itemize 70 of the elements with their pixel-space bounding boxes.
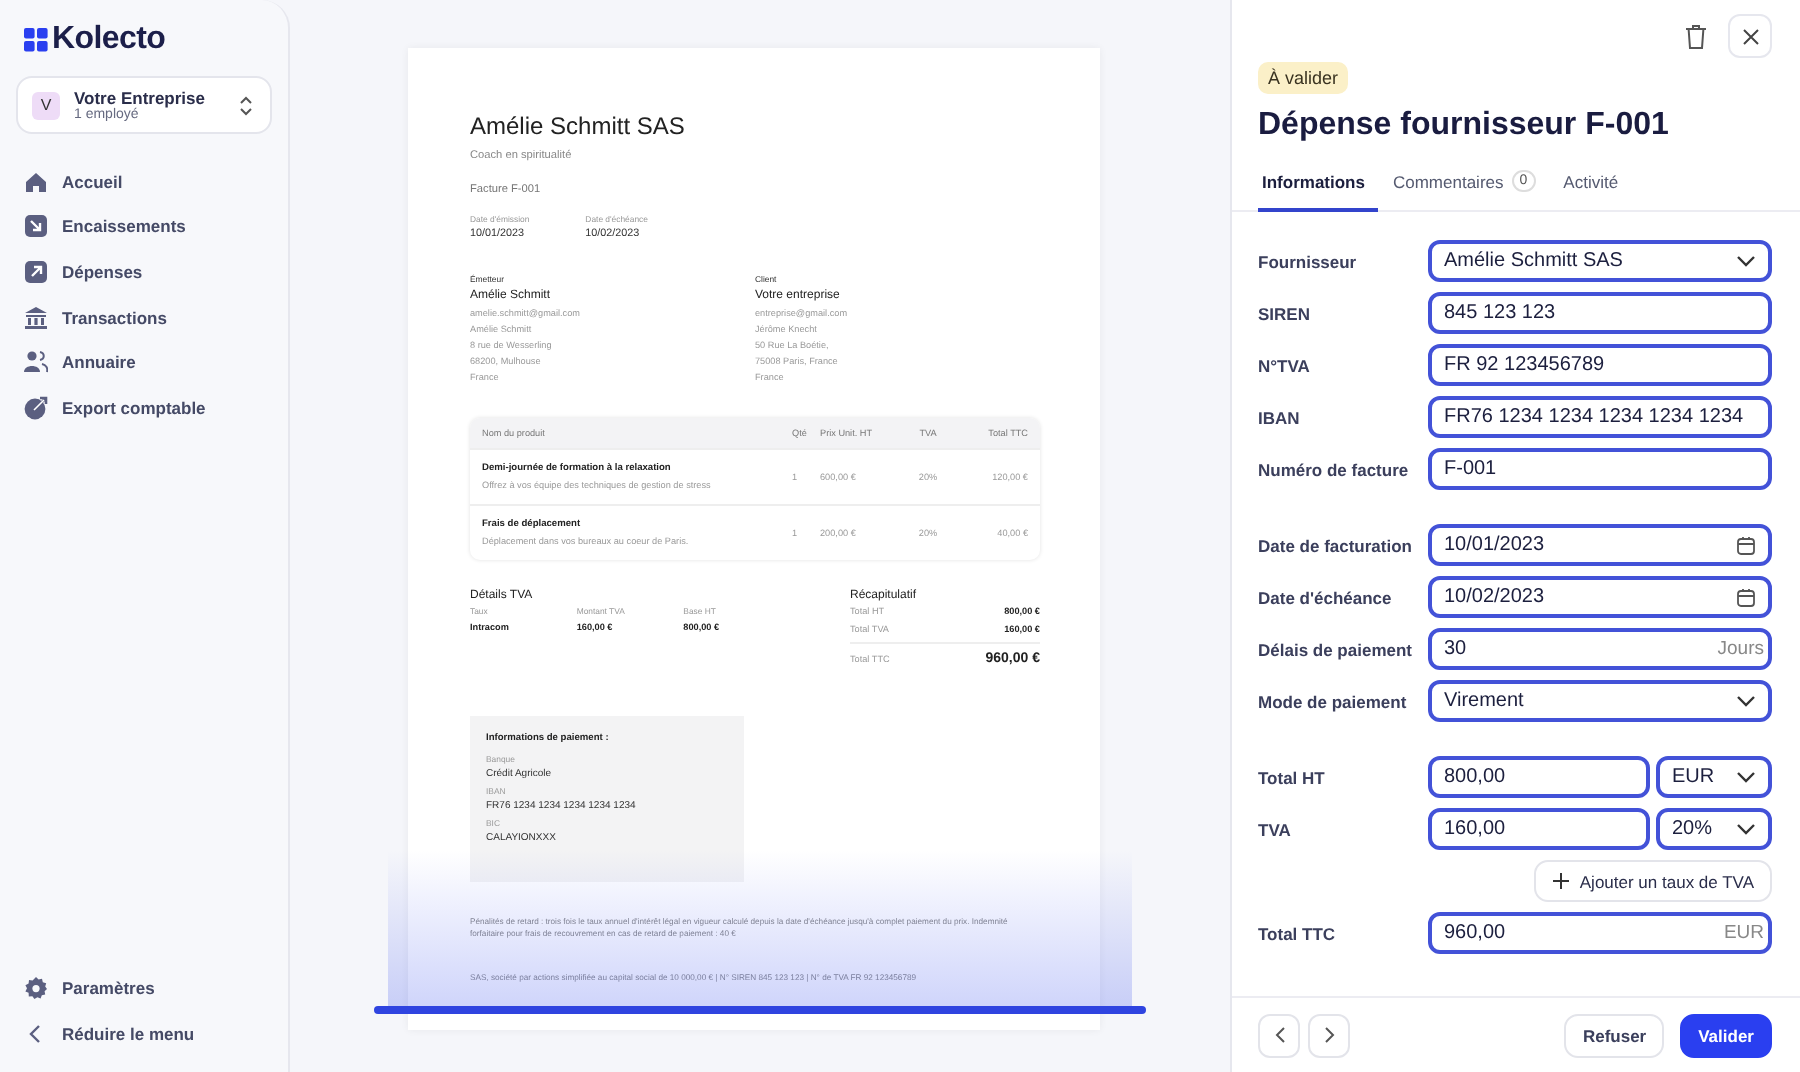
add-tax-button[interactable]: Ajouter un taux de TVA bbox=[1533, 860, 1772, 902]
next-button[interactable] bbox=[1308, 1013, 1350, 1057]
nav-item[interactable]: Réduire le menu bbox=[16, 1016, 272, 1052]
field-label: SIREN bbox=[1258, 303, 1312, 323]
field-label: Total HT bbox=[1258, 767, 1327, 787]
input-field[interactable]: 800,00 bbox=[1428, 756, 1650, 798]
settings-icon bbox=[24, 975, 48, 1000]
tab[interactable]: Activité bbox=[1549, 170, 1633, 212]
home-icon bbox=[24, 169, 48, 194]
nav-item[interactable]: Encaissements bbox=[16, 209, 272, 245]
tab[interactable]: Informations bbox=[1258, 170, 1379, 212]
field-label: N°TVA bbox=[1258, 355, 1312, 375]
bank-icon bbox=[24, 305, 48, 330]
input-field[interactable]: 845 123 123 bbox=[1428, 292, 1772, 334]
logo-text: Kolecto bbox=[52, 22, 166, 58]
field-label: Date d'échéance bbox=[1258, 587, 1394, 607]
nav-item[interactable]: Paramètres bbox=[16, 969, 272, 1005]
company-avatar: V bbox=[32, 91, 60, 119]
status-badge: À valider bbox=[1258, 62, 1349, 94]
chevron-down-icon bbox=[1736, 822, 1756, 836]
select-field[interactable]: EUR bbox=[1656, 756, 1772, 798]
field-label: Numéro de facture bbox=[1258, 459, 1411, 479]
chevron-left-icon bbox=[1273, 1026, 1285, 1044]
field-label: IBAN bbox=[1258, 407, 1302, 427]
updown-chevron-icon bbox=[238, 93, 254, 117]
input-field[interactable]: FR76 1234 1234 1234 1234 1234 bbox=[1428, 396, 1772, 438]
validate-button[interactable]: Valider bbox=[1680, 1013, 1772, 1057]
input-field[interactable]: 960,00 EUR bbox=[1428, 912, 1772, 954]
nav-item[interactable]: Accueil bbox=[16, 164, 272, 200]
logo-icon bbox=[24, 28, 48, 52]
nav-item[interactable]: Export comptable bbox=[16, 389, 272, 426]
field-label: Fournisseur bbox=[1258, 251, 1359, 271]
chevron-down-icon bbox=[1736, 770, 1756, 784]
date-field[interactable]: 10/01/2023 bbox=[1428, 524, 1772, 566]
company-name: Votre Entreprise bbox=[74, 88, 206, 108]
arrow-in-icon bbox=[24, 214, 48, 239]
field-label: TVA bbox=[1258, 819, 1293, 839]
previous-button[interactable] bbox=[1258, 1013, 1300, 1057]
input-field[interactable]: F-001 bbox=[1428, 448, 1772, 490]
select-field[interactable]: 20% bbox=[1656, 808, 1772, 850]
panel-title: Dépense fournisseur F-001 bbox=[1258, 108, 1671, 144]
calendar-icon bbox=[1736, 587, 1756, 607]
close-button[interactable] bbox=[1728, 14, 1772, 58]
trash-icon bbox=[1684, 23, 1708, 49]
unit-label: Jours bbox=[1717, 638, 1764, 660]
field-label: Délais de paiement bbox=[1258, 639, 1415, 659]
input-field[interactable]: FR 92 123456789 bbox=[1428, 344, 1772, 386]
field-label: Mode de paiement bbox=[1258, 691, 1409, 711]
calendar-icon bbox=[1736, 535, 1756, 555]
field-label: Date de facturation bbox=[1258, 535, 1414, 555]
arrow-out-icon bbox=[24, 259, 48, 284]
date-field[interactable]: 10/02/2023 bbox=[1428, 576, 1772, 618]
nav-item[interactable]: Transactions bbox=[16, 299, 272, 335]
chevron-down-icon bbox=[1736, 694, 1756, 708]
select-field[interactable]: Virement bbox=[1428, 680, 1772, 722]
nav-item[interactable]: Annuaire bbox=[16, 344, 272, 380]
input-field[interactable]: 160,00 bbox=[1428, 808, 1650, 850]
select-field[interactable]: Amélie Schmitt SAS bbox=[1428, 240, 1772, 282]
chevron-right-icon bbox=[1323, 1026, 1335, 1044]
close-icon bbox=[1741, 27, 1759, 45]
input-field[interactable]: 30 Jours bbox=[1428, 628, 1772, 670]
field-label: Total TTC bbox=[1258, 923, 1338, 943]
nav-item[interactable]: Dépenses bbox=[16, 254, 272, 290]
people-icon bbox=[24, 350, 48, 375]
delete-button[interactable] bbox=[1684, 23, 1708, 49]
plus-icon bbox=[1551, 872, 1570, 890]
chevron-down-icon bbox=[1736, 254, 1756, 268]
invoice-company: Amélie Schmitt SAS bbox=[470, 112, 687, 140]
refuse-button[interactable]: Refuser bbox=[1564, 1013, 1665, 1057]
unit-label: EUR bbox=[1723, 922, 1764, 944]
